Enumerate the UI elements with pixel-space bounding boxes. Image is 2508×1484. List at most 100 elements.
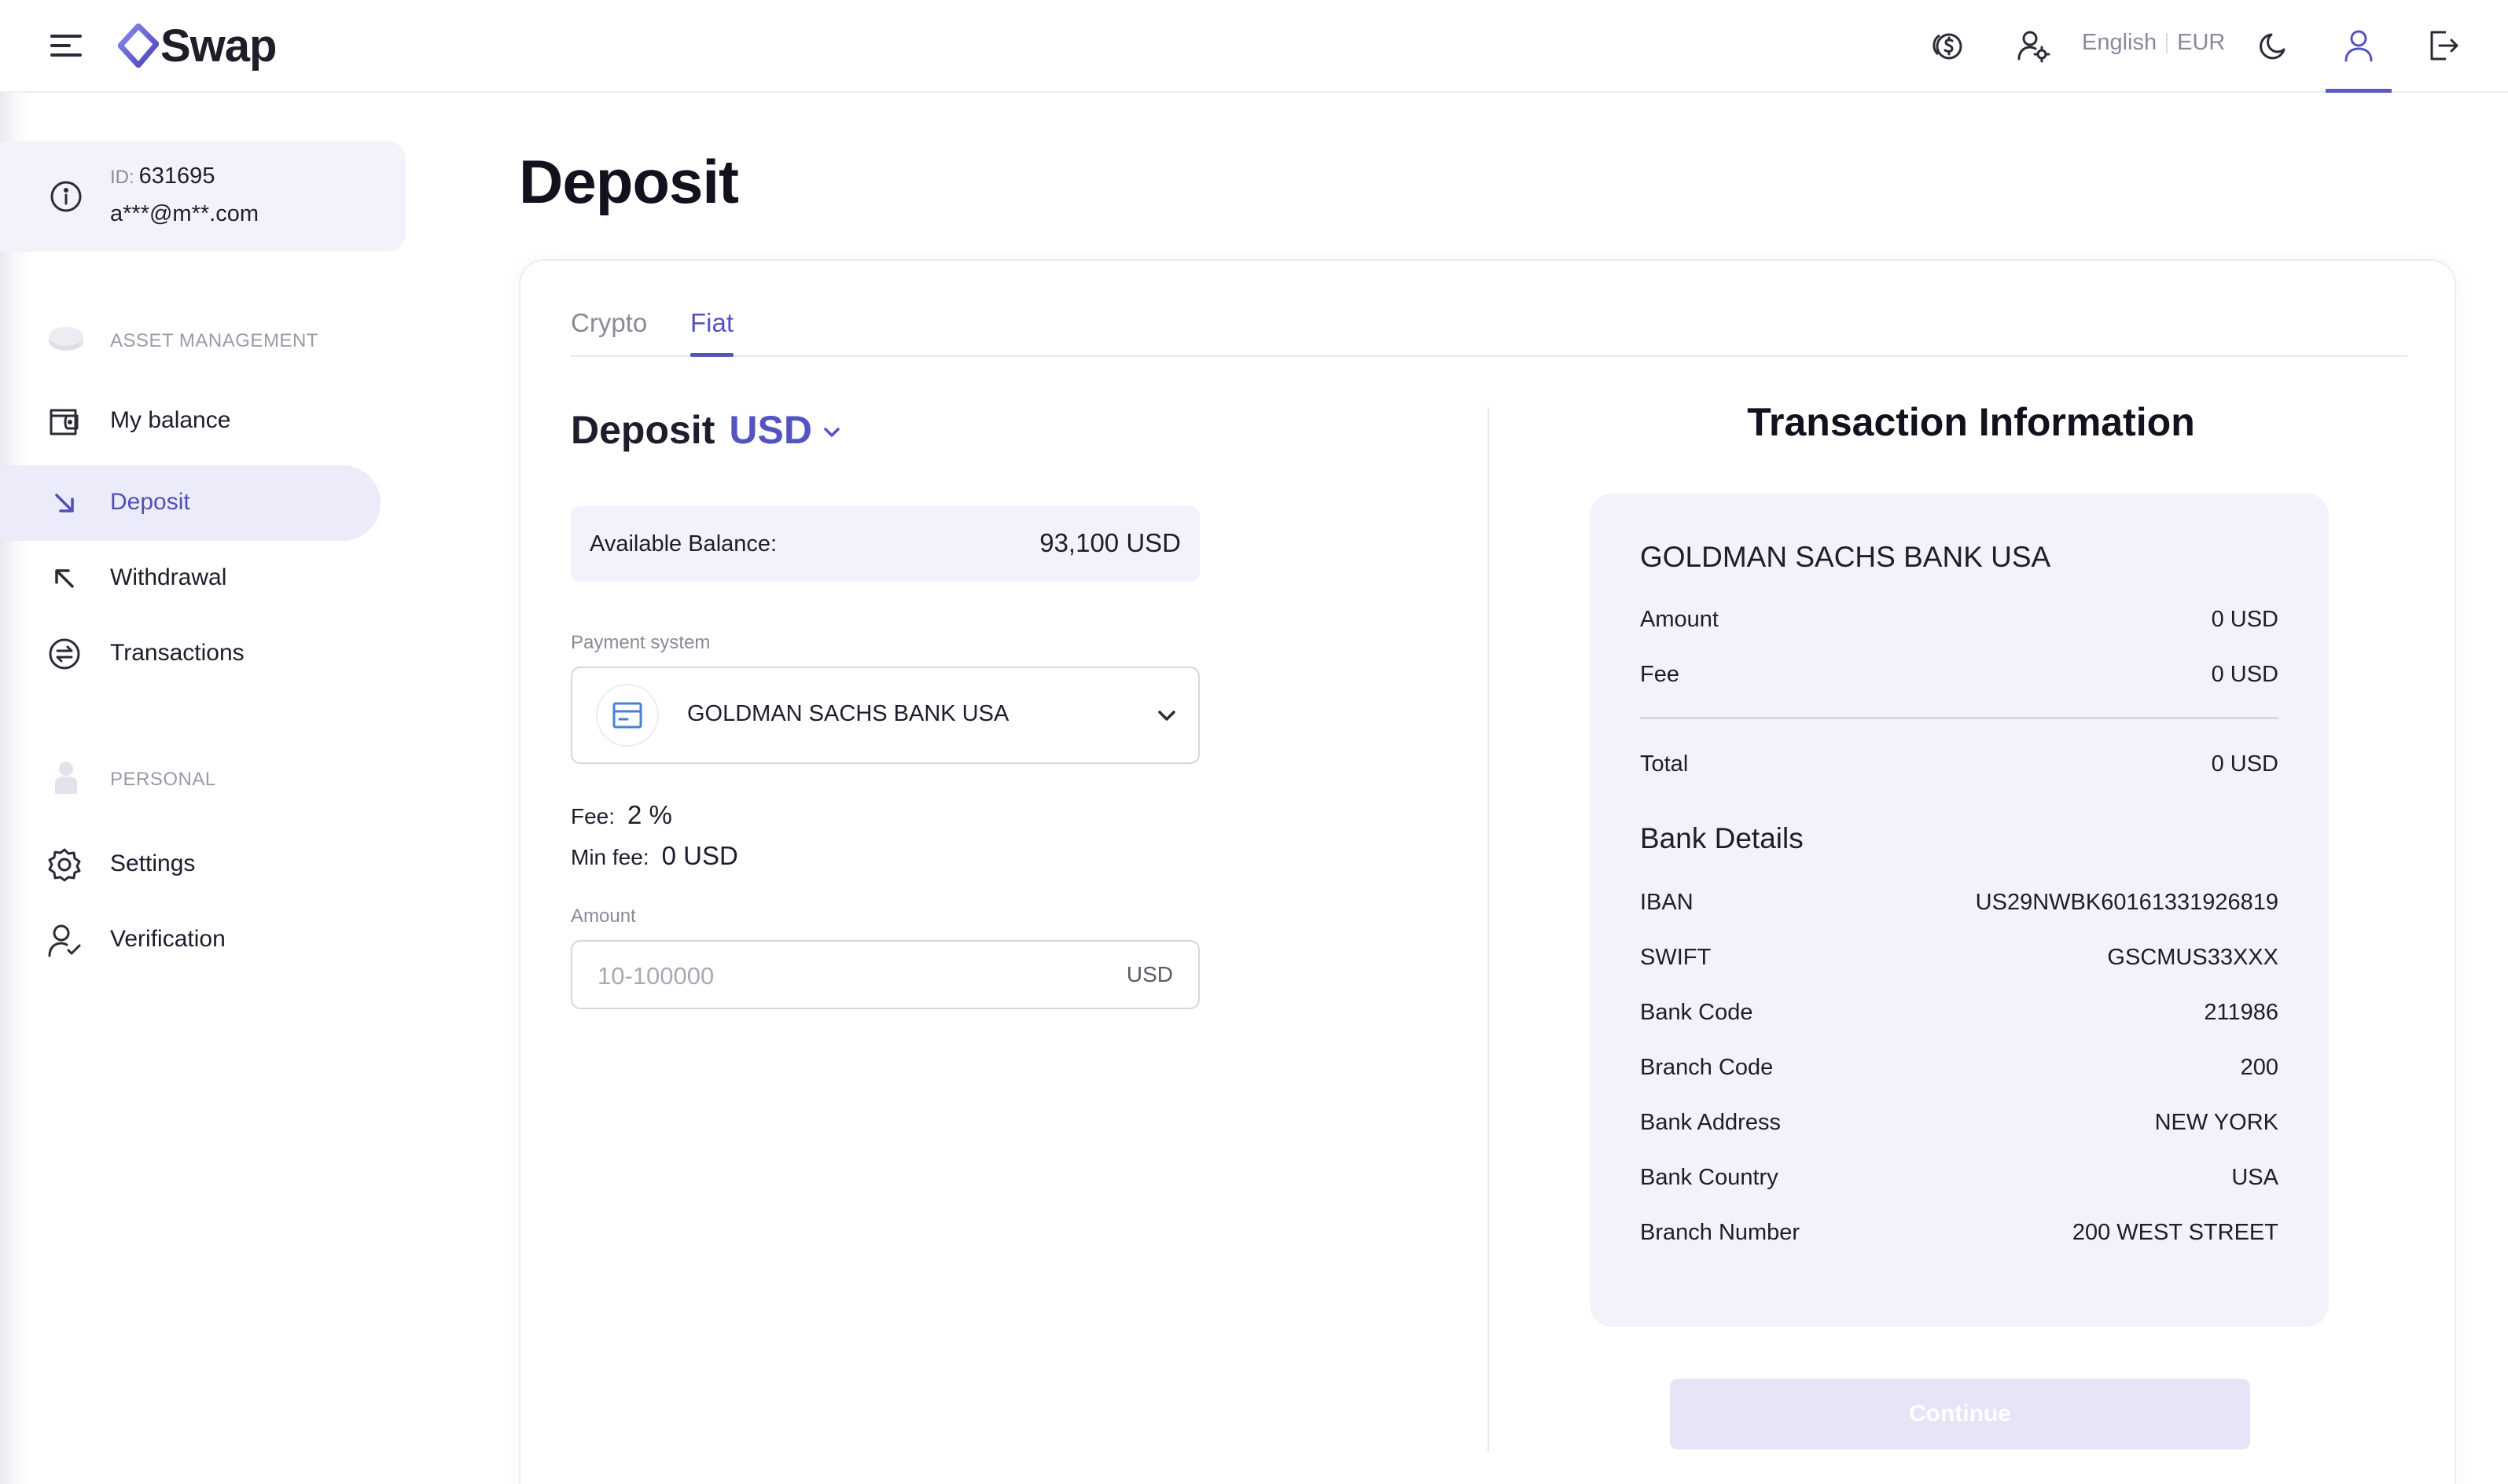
arrow-up-left-icon <box>55 569 74 588</box>
fee-label: Fee: <box>571 804 616 828</box>
row-key: SWIFT <box>1640 945 1712 970</box>
user-card: ID: 631695 a***@m**.com <box>0 141 406 252</box>
logo-text: Swap <box>160 20 277 72</box>
deposit-currency[interactable]: USD <box>729 407 812 453</box>
row-key: Bank Address <box>1640 1110 1781 1135</box>
fee-info: Fee: 2 % <box>571 800 672 830</box>
row-key: Branch Code <box>1640 1055 1774 1080</box>
sidebar-item-label: Withdrawal <box>110 564 227 590</box>
moon-icon[interactable] <box>2253 25 2294 66</box>
bank-detail-row: Branch Number 200 WEST STREET <box>1640 1220 2278 1248</box>
divider <box>2166 32 2168 53</box>
sidebar-item-my-balance[interactable]: My balance <box>0 384 381 459</box>
amount-input[interactable] <box>598 961 1069 992</box>
amount-field[interactable]: USD <box>571 940 1200 1009</box>
deposit-heading: Deposit <box>571 408 715 452</box>
row-key: IBAN <box>1640 890 1693 915</box>
row-value: 211986 <box>2204 1000 2278 1025</box>
app-logo[interactable]: Swap <box>118 20 277 72</box>
row-key: Bank Country <box>1640 1165 1778 1190</box>
tabs: Crypto Fiat <box>571 308 2407 357</box>
bank-name: GOLDMAN SACHS BANK USA <box>1640 541 2051 573</box>
bank-detail-row: Bank Code 211986 <box>1640 1000 2278 1028</box>
tab-crypto[interactable]: Crypto <box>571 308 647 355</box>
transaction-info-panel: GOLDMAN SACHS BANK USA Amount 0 USD Fee … <box>1590 494 2329 1327</box>
total-row: Total 0 USD <box>1640 751 2278 780</box>
fee-row: Fee 0 USD <box>1640 662 2278 690</box>
chevron-down-icon[interactable] <box>1154 703 1179 728</box>
row-value: GSCMUS33XXX <box>2107 945 2278 970</box>
bank-details-title: Bank Details <box>1640 822 1804 854</box>
continue-button[interactable]: Continue <box>1670 1379 2250 1449</box>
sidebar: ID: 631695 a***@m**.com ASSET MANAGEMENT … <box>0 93 440 1484</box>
chevron-down-icon[interactable] <box>820 421 844 444</box>
payment-system-label: Payment system <box>571 632 711 653</box>
user-settings-icon[interactable] <box>2013 25 2054 66</box>
fee-value: 2 % <box>627 800 672 829</box>
row-value: 200 WEST STREET <box>2072 1220 2278 1245</box>
sidebar-item-label: Deposit <box>110 489 190 515</box>
row-key: Total <box>1640 751 1689 777</box>
bank-card-icon <box>612 702 642 729</box>
sidebar-item-deposit[interactable]: Deposit <box>0 465 381 541</box>
sidebar-item-verification[interactable]: Verification <box>0 902 381 978</box>
page-title: Deposit <box>519 147 739 216</box>
user-id-value: 631695 <box>138 163 215 189</box>
available-balance: Available Balance: 93,100 USD <box>571 506 1200 582</box>
person-icon <box>55 762 77 794</box>
info-icon <box>50 181 82 212</box>
row-key: Fee <box>1640 662 1679 687</box>
bank-detail-row: Branch Code 200 <box>1640 1055 2278 1083</box>
sidebar-item-withdrawal[interactable]: Withdrawal <box>0 541 381 616</box>
section-asset-management: ASSET MANAGEMENT <box>110 330 318 351</box>
min-fee-info: Min fee: 0 USD <box>571 841 738 871</box>
logout-icon[interactable] <box>2423 25 2464 66</box>
row-value: USA <box>2231 1165 2278 1190</box>
available-balance-label: Available Balance: <box>590 531 778 556</box>
row-key: Bank Code <box>1640 1000 1753 1025</box>
bank-detail-row: Bank Address NEW YORK <box>1640 1110 2278 1138</box>
user-check-icon <box>48 924 81 957</box>
available-balance-value: 93,100 USD <box>1039 528 1181 557</box>
sidebar-item-transactions[interactable]: Transactions <box>0 616 381 692</box>
currency-label[interactable]: EUR <box>2177 30 2225 56</box>
amount-unit: USD <box>1126 962 1173 986</box>
min-fee-label: Min fee: <box>571 845 649 869</box>
amount-row: Amount 0 USD <box>1640 607 2278 635</box>
tab-fiat[interactable]: Fiat <box>690 308 734 357</box>
divider <box>1640 717 2278 719</box>
sidebar-item-label: My balance <box>110 407 231 433</box>
sidebar-item-settings[interactable]: Settings <box>0 827 381 902</box>
row-key: Branch Number <box>1640 1220 1800 1245</box>
sidebar-item-label: Settings <box>110 850 196 876</box>
bank-detail-row: SWIFT GSCMUS33XXX <box>1640 945 2278 973</box>
row-key: Amount <box>1640 607 1719 632</box>
arrow-down-right-icon <box>55 494 74 512</box>
row-value: 0 USD <box>2211 607 2278 632</box>
language-label[interactable]: English <box>2082 30 2157 56</box>
profile-active-indicator <box>2326 89 2392 93</box>
row-value: US29NWBK60161331926819 <box>1975 890 2278 915</box>
payment-system-value: GOLDMAN SACHS BANK USA <box>687 701 1009 726</box>
menu-icon[interactable] <box>50 31 82 60</box>
min-fee-value: 0 USD <box>661 841 738 870</box>
sidebar-item-label: Transactions <box>110 640 245 666</box>
bank-detail-row: IBAN US29NWBK60161331926819 <box>1640 890 2278 918</box>
row-value: 0 USD <box>2211 662 2278 687</box>
row-value: 200 <box>2240 1055 2278 1080</box>
deposit-card: Crypto Fiat Deposit USD Available Balanc… <box>519 259 2456 1484</box>
sidebar-item-label: Verification <box>110 926 226 952</box>
payment-method-badge <box>596 684 659 747</box>
amount-label: Amount <box>571 905 636 927</box>
language-currency-selector[interactable]: English EUR <box>2082 30 2225 56</box>
payment-system-select[interactable]: GOLDMAN SACHS BANK USA <box>571 667 1200 764</box>
profile-icon[interactable] <box>2338 25 2379 66</box>
user-id-label: ID: <box>110 167 134 188</box>
coins-icon[interactable] <box>1926 25 1967 66</box>
row-value: 0 USD <box>2211 751 2278 777</box>
swap-logo-icon <box>118 24 159 68</box>
transaction-info-title: Transaction Information <box>1747 400 2195 444</box>
top-header: Swap English EUR <box>0 0 2508 93</box>
deposit-currency-selector[interactable]: Deposit USD <box>571 407 844 453</box>
section-personal: PERSONAL <box>110 769 216 790</box>
